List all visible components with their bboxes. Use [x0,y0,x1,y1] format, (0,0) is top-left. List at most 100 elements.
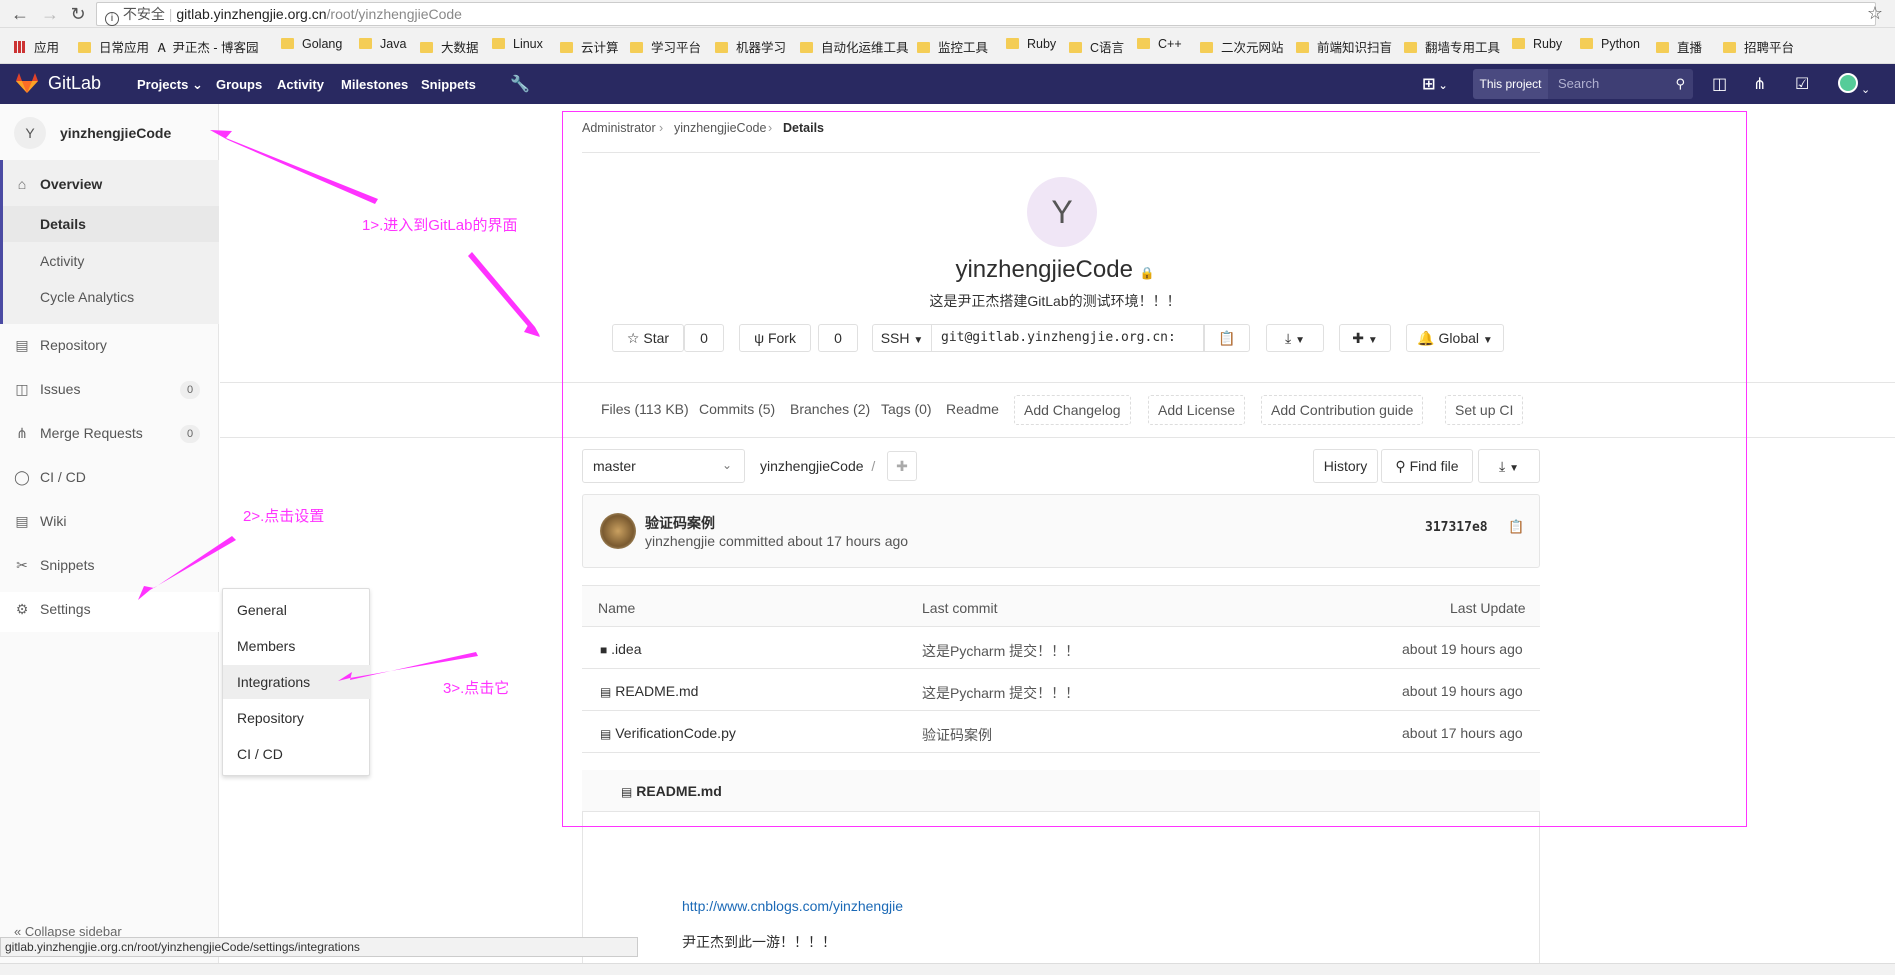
url-host: gitlab.yinzhengjie.org.cn [176,6,327,22]
annotation-step-2: 2>.点击设置 [243,508,325,525]
issues-icon: ◫ [15,381,29,397]
folder-icon [1069,42,1082,53]
flyout-item-integrations[interactable]: Integrations [223,665,371,699]
new-plus-icon[interactable]: ⊞ ⌄ [1422,74,1448,94]
bookmark-star-icon[interactable]: ☆ [1867,3,1883,24]
bookmark-item[interactable]: Linux [492,37,543,51]
readme-text: 尹正杰到此一游！！！！ [682,934,836,950]
folder-icon [1137,38,1150,49]
bookmark-item[interactable]: 招聘平台 [1723,37,1794,56]
search-input[interactable]: Search ⚲ [1548,69,1693,99]
url-path: /root/yinzhengjieCode [326,6,462,22]
rocket-icon: ◯ [14,469,30,485]
annotation-step-1: 1>.进入到GitLab的界面 [362,217,518,234]
security-label: 不安全 [122,6,165,22]
issues-count-badge: 0 [180,381,200,399]
folder-icon [630,42,643,53]
bookmark-item[interactable]: C语言 [1069,37,1124,56]
user-avatar[interactable]: ⌄ [1838,73,1870,98]
bookmark-item[interactable]: 学习平台 [630,37,701,56]
bookmark-item[interactable]: Ruby [1006,37,1056,51]
bookmark-item[interactable]: 前端知识扫盲 [1296,37,1392,56]
bookmark-item[interactable]: 二次元网站 [1200,37,1284,56]
sidebar-item-settings[interactable]: ⚙ Settings [0,592,219,632]
bookmark-item[interactable]: 大数据 [420,37,479,56]
flyout-item-ci-cd[interactable]: CI / CD [223,737,371,771]
address-bar[interactable]: i 不安全 | gitlab.yinzhengjie.org.cn/root/y… [96,2,1876,26]
book-icon: ▤ [15,337,29,353]
nav-snippets[interactable]: Snippets [421,77,476,92]
bookmark-item[interactable]: 云计算 [560,37,619,56]
home-icon: ⌂ [17,176,27,192]
gear-icon: ⚙ [15,601,29,617]
folder-icon [281,38,294,49]
apps-grid-icon [14,41,26,53]
bookmark-item[interactable]: C++ [1137,37,1182,51]
gitlab-logo-icon[interactable] [16,73,38,93]
sidebar-project-title[interactable]: yinzhengjieCode [60,125,171,141]
scissors-icon: ✂ [16,557,28,573]
arrow-1 [210,130,378,204]
folder-icon [1512,38,1525,49]
folder-icon [917,42,930,53]
folder-icon [1723,42,1736,53]
bookmarks-bar: 应用 日常应用 Ꭺ 尹正杰 - 博客园 Golang Java 大数据 Linux… [0,28,1895,64]
back-icon[interactable]: ← [10,4,30,25]
bookmark-item[interactable]: Java [359,37,406,51]
folder-icon [1006,38,1019,49]
blog-icon: Ꭺ [158,41,167,55]
folder-icon [560,42,573,53]
annotation-highlight-box [562,111,1747,827]
bookmark-item[interactable]: 翻墙专用工具 [1404,37,1500,56]
nav-groups[interactable]: Groups [216,77,262,92]
bookmark-item[interactable]: 监控工具 [917,37,988,56]
flyout-item-members[interactable]: Members [223,629,371,663]
reload-icon[interactable]: ↻ [68,4,88,25]
bookmark-item[interactable]: Ruby [1512,37,1562,51]
browser-toolbar: ← → ↻ i 不安全 | gitlab.yinzhengjie.org.cn/… [0,0,1895,28]
folder-icon [78,42,91,53]
bookmark-item[interactable]: 日常应用 [78,37,149,56]
bookmark-apps[interactable]: 应用 [14,37,59,56]
nav-milestones[interactable]: Milestones [341,77,408,92]
this-project-scope[interactable]: This project [1473,69,1548,99]
search-icon: ⚲ [1675,76,1685,91]
folder-icon [1580,38,1593,49]
annotation-step-3: 3>.点击它 [443,680,510,697]
flyout-item-general[interactable]: General [223,593,371,627]
folder-icon [359,38,372,49]
todos-icon[interactable]: ☑ [1795,74,1809,94]
folder-icon [1200,42,1213,53]
nav-projects[interactable]: Projects ⌄ [137,77,203,93]
project-avatar[interactable]: Y [14,117,46,149]
folder-icon [800,42,813,53]
folder-icon [420,42,433,53]
merge-requests-icon[interactable]: ⋔ [1753,74,1766,94]
folder-icon [1656,42,1669,53]
bookmark-item[interactable]: Python [1580,37,1640,51]
gitlab-brand[interactable]: GitLab [48,73,101,94]
bookmark-item[interactable]: 自动化运维工具 [800,37,909,56]
issues-icon[interactable]: ◫ [1712,74,1727,94]
nav-activity[interactable]: Activity [277,77,324,92]
bookmark-item[interactable]: 机器学习 [715,37,786,56]
merge-request-icon: ⋔ [16,425,28,441]
bookmark-item[interactable]: Golang [281,37,342,51]
book-icon: ▤ [15,513,29,529]
bookmark-item[interactable]: 直播 [1656,37,1702,56]
forward-icon[interactable]: → [40,4,60,25]
settings-flyout-menu: General Members Integrations Repository … [222,588,371,776]
chevron-down-icon: ⌄ [191,77,203,92]
info-icon[interactable]: i [105,12,119,26]
folder-icon [1296,42,1309,53]
mr-count-badge: 0 [180,425,200,443]
folder-icon [715,42,728,53]
bookmark-item[interactable]: Ꭺ 尹正杰 - 博客园 [158,37,259,56]
folder-icon [492,38,505,49]
sidebar-item-details[interactable]: Details [3,206,219,242]
readme-link[interactable]: http://www.cnblogs.com/yinzhengjie [682,898,903,914]
folder-icon [1404,42,1417,53]
window-bottom-edge [0,963,1895,975]
admin-wrench-icon[interactable]: 🔧 [510,74,530,94]
flyout-item-repository[interactable]: Repository [223,701,371,735]
